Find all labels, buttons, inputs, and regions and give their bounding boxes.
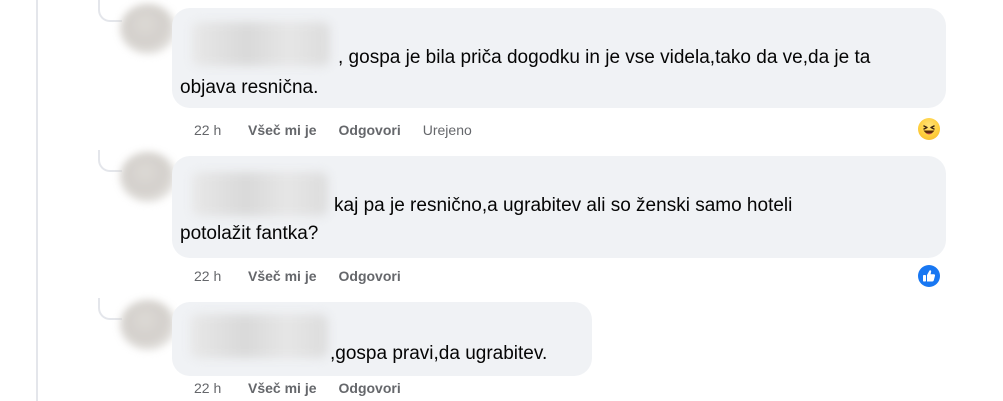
reply-connector xyxy=(98,150,122,172)
comment-text-line: kaj pa je resnično,a ugrabitev ali so že… xyxy=(334,195,793,216)
comment-actions: 22 h Všeč mi je Odgovori xyxy=(194,380,423,396)
like-button[interactable]: Všeč mi je xyxy=(248,380,317,396)
comment-bubble: , gospa je bila priča dogodku in je vse … xyxy=(172,8,946,108)
comment-thread: , gospa je bila priča dogodku in je vse … xyxy=(0,0,1003,401)
reply-button[interactable]: Odgovori xyxy=(339,122,401,138)
edited-label: Urejeno xyxy=(422,122,472,138)
author-name-blurred[interactable] xyxy=(190,314,328,358)
haha-emoji-icon[interactable] xyxy=(918,118,940,140)
comment-bubble: kaj pa je resnično,a ugrabitev ali so že… xyxy=(172,156,946,258)
comment-actions: 22 h Všeč mi je Odgovori Urejeno xyxy=(194,122,472,138)
avatar[interactable] xyxy=(120,4,176,54)
comment-text-line: ,gospa pravi,da ugrabitev. xyxy=(330,343,548,364)
timestamp[interactable]: 22 h xyxy=(194,268,248,284)
comment-actions: 22 h Všeč mi je Odgovori xyxy=(194,268,423,284)
like-thumb-icon[interactable] xyxy=(918,265,940,287)
comment-text-line: objava resnična. xyxy=(180,77,319,98)
comment-text-line: potolažit fantka? xyxy=(180,223,319,244)
avatar[interactable] xyxy=(120,300,176,350)
author-name-blurred[interactable] xyxy=(192,22,330,66)
author-name-blurred[interactable] xyxy=(192,172,328,216)
timestamp[interactable]: 22 h xyxy=(194,380,248,396)
reply-button[interactable]: Odgovori xyxy=(339,268,401,284)
comment-bubble: ,gospa pravi,da ugrabitev. xyxy=(172,302,592,376)
reply-connector xyxy=(98,298,122,320)
comment-text-line: , gospa je bila priča dogodku in je vse … xyxy=(338,47,871,68)
avatar[interactable] xyxy=(120,152,176,202)
like-button[interactable]: Všeč mi je xyxy=(248,122,317,138)
reply-button[interactable]: Odgovori xyxy=(339,380,401,396)
reply-connector xyxy=(98,0,122,22)
thread-line xyxy=(36,0,38,401)
like-button[interactable]: Všeč mi je xyxy=(248,268,317,284)
timestamp[interactable]: 22 h xyxy=(194,122,248,138)
